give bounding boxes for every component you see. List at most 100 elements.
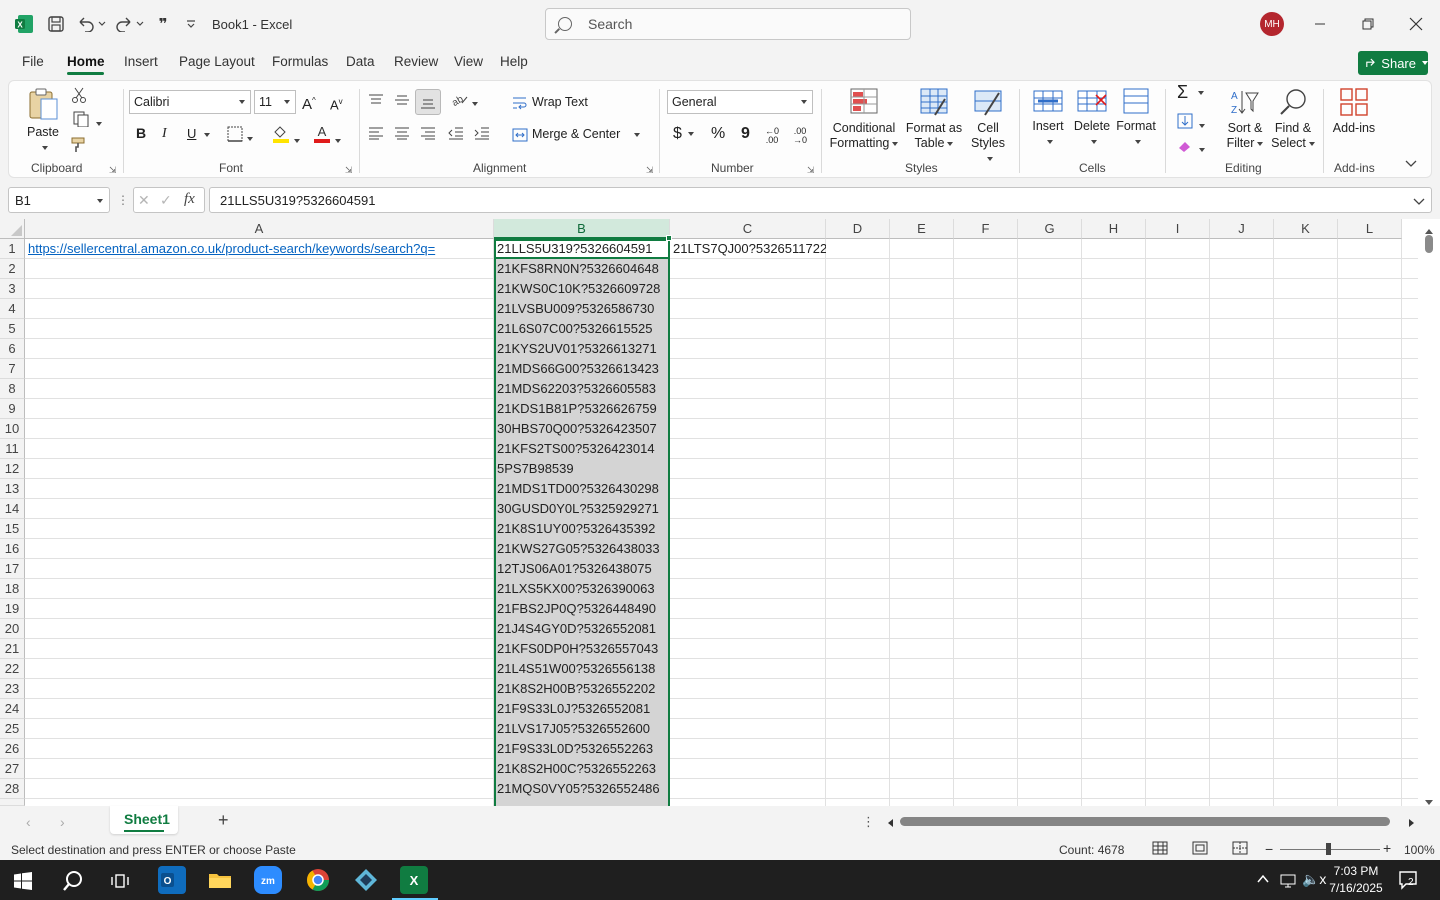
wrap-text-button[interactable]: Wrap Text	[512, 95, 588, 110]
fill-handle[interactable]	[666, 235, 672, 241]
row-header-9[interactable]: 9	[0, 399, 25, 419]
column-header-i[interactable]: I	[1146, 219, 1210, 239]
save-icon[interactable]	[44, 12, 68, 36]
row-header-17[interactable]: 17	[0, 559, 25, 579]
taskbar-search-icon[interactable]	[62, 870, 84, 895]
next-sheet-icon[interactable]: ›	[60, 814, 65, 830]
cell-b22[interactable]: 21L4S51W00?5326556138	[494, 659, 670, 679]
tab-help[interactable]: Help	[500, 54, 528, 69]
cut-icon[interactable]	[69, 87, 89, 107]
tab-split-handle-icon[interactable]: ⋮	[862, 814, 875, 830]
cell-b18[interactable]: 21LXS5KX00?5326390063	[494, 579, 670, 599]
cell-b9[interactable]: 21KDS1B81P?5326626759	[494, 399, 670, 419]
chrome-icon[interactable]	[304, 866, 332, 894]
cell-b28[interactable]: 21MQS0VY05?5326552486	[494, 779, 670, 799]
cell-b16[interactable]: 21KWS27G05?5326438033	[494, 539, 670, 559]
cell-b6[interactable]: 21KYS2UV01?5326613271	[494, 339, 670, 359]
dialog-launcher-icon[interactable]: ⇲	[646, 165, 654, 176]
row-header-12[interactable]: 12	[0, 459, 25, 479]
orientation-icon[interactable]: ab	[449, 91, 478, 111]
increase-indent-icon[interactable]	[473, 126, 491, 144]
cell-styles-button[interactable]: Cell Styles	[967, 87, 1009, 166]
column-header-j[interactable]: J	[1210, 219, 1274, 239]
column-header-c[interactable]: C	[670, 219, 826, 239]
column-header-f[interactable]: F	[954, 219, 1018, 239]
expand-formula-icon[interactable]	[1413, 195, 1425, 210]
insert-cells-button[interactable]: Insert	[1027, 87, 1069, 149]
align-right-icon[interactable]	[419, 126, 437, 144]
row-header-14[interactable]: 14	[0, 499, 25, 519]
confirm-entry-icon[interactable]: ✓	[160, 192, 172, 209]
align-middle-icon[interactable]	[393, 93, 411, 111]
row-header-22[interactable]: 22	[0, 659, 25, 679]
tab-review[interactable]: Review	[394, 54, 438, 69]
tab-view[interactable]: View	[454, 54, 483, 69]
clear-icon[interactable]	[1177, 139, 1205, 157]
zoom-out-icon[interactable]: −	[1265, 841, 1273, 857]
dialog-launcher-icon[interactable]: ⇲	[345, 165, 353, 176]
collapse-ribbon-icon[interactable]	[1405, 157, 1417, 172]
zoom-slider-thumb[interactable]	[1326, 843, 1331, 855]
name-box[interactable]: B1	[8, 187, 110, 213]
cell-b10[interactable]: 30HBS70Q00?5326423507	[494, 419, 670, 439]
cell-b1[interactable]: 21LLS5U319?5326604591	[494, 239, 670, 259]
row-header-23[interactable]: 23	[0, 679, 25, 699]
borders-icon[interactable]	[227, 126, 253, 146]
bold-button[interactable]: B	[136, 126, 146, 141]
windows-start-icon[interactable]	[14, 872, 32, 893]
cell-b4[interactable]: 21LVSBU009?5326586730	[494, 299, 670, 319]
font-name-select[interactable]: Calibri	[129, 90, 251, 114]
task-view-icon[interactable]	[110, 872, 130, 893]
row-header-3[interactable]: 3	[0, 279, 25, 299]
row-header-13[interactable]: 13	[0, 479, 25, 499]
increase-decimal-icon[interactable]: ←0.00	[765, 127, 779, 145]
row-header-21[interactable]: 21	[0, 639, 25, 659]
cell-b11[interactable]: 21KFS2TS00?5326423014	[494, 439, 670, 459]
align-left-icon[interactable]	[367, 126, 385, 144]
cell-a1-link[interactable]: https://sellercentral.amazon.co.uk/produ…	[25, 239, 494, 259]
cell-b13[interactable]: 21MDS1TD00?5326430298	[494, 479, 670, 499]
cancel-entry-icon[interactable]: ✕	[138, 192, 150, 209]
column-header-l[interactable]: L	[1338, 219, 1402, 239]
outlook-icon[interactable]: O	[158, 866, 186, 894]
row-header-27[interactable]: 27	[0, 759, 25, 779]
italic-button[interactable]: I	[162, 126, 167, 141]
column-header-a[interactable]: A	[25, 219, 494, 239]
tab-page-layout[interactable]: Page Layout	[179, 54, 255, 69]
column-header-b[interactable]: B	[494, 219, 670, 239]
cell-b3[interactable]: 21KWS0C10K?5326609728	[494, 279, 670, 299]
add-ins-button[interactable]: Add-ins	[1331, 87, 1377, 136]
scroll-left-icon[interactable]	[886, 816, 894, 831]
cell-b20[interactable]: 21J4S4GY0D?5326552081	[494, 619, 670, 639]
find-select-button[interactable]: Find & Select	[1271, 87, 1315, 151]
share-button[interactable]: Share	[1358, 51, 1428, 75]
select-all-corner[interactable]	[0, 219, 25, 239]
decrease-font-icon[interactable]: Av	[330, 94, 343, 112]
increase-font-icon[interactable]: A^	[302, 93, 316, 112]
currency-button[interactable]: $	[673, 126, 694, 142]
cell-b2[interactable]: 21KFS8RN0N?5326604648	[494, 259, 670, 279]
formula-input[interactable]: 21LLS5U319?5326604591	[209, 187, 1432, 213]
zoom-in-icon[interactable]: +	[1383, 840, 1391, 856]
status-count[interactable]: Count: 4678	[1059, 843, 1124, 857]
dialog-launcher-icon[interactable]: ⇲	[807, 165, 815, 176]
font-color-icon[interactable]: A	[313, 124, 341, 148]
cell-b12[interactable]: 5PS7B98539	[494, 459, 670, 479]
fill-icon[interactable]	[1177, 113, 1205, 133]
row-header-28[interactable]: 28	[0, 779, 25, 799]
row-header-24[interactable]: 24	[0, 699, 25, 719]
user-avatar[interactable]: MH	[1260, 12, 1284, 36]
column-header-k[interactable]: K	[1274, 219, 1338, 239]
cell-b17[interactable]: 12TJS06A01?5326438075	[494, 559, 670, 579]
copy-icon[interactable]	[67, 111, 107, 131]
tab-home[interactable]: Home	[67, 54, 105, 69]
page-layout-view-icon[interactable]	[1192, 841, 1208, 858]
align-top-icon[interactable]	[367, 93, 385, 111]
horizontal-scroll-thumb[interactable]	[900, 817, 1390, 826]
row-header-20[interactable]: 20	[0, 619, 25, 639]
taskbar-clock[interactable]: 7:03 PM 7/16/2025	[1326, 863, 1386, 897]
row-header-25[interactable]: 25	[0, 719, 25, 739]
sheet-tab-sheet1[interactable]: Sheet1	[110, 806, 178, 834]
paste-button[interactable]: Paste	[23, 87, 63, 155]
column-header-h[interactable]: H	[1082, 219, 1146, 239]
